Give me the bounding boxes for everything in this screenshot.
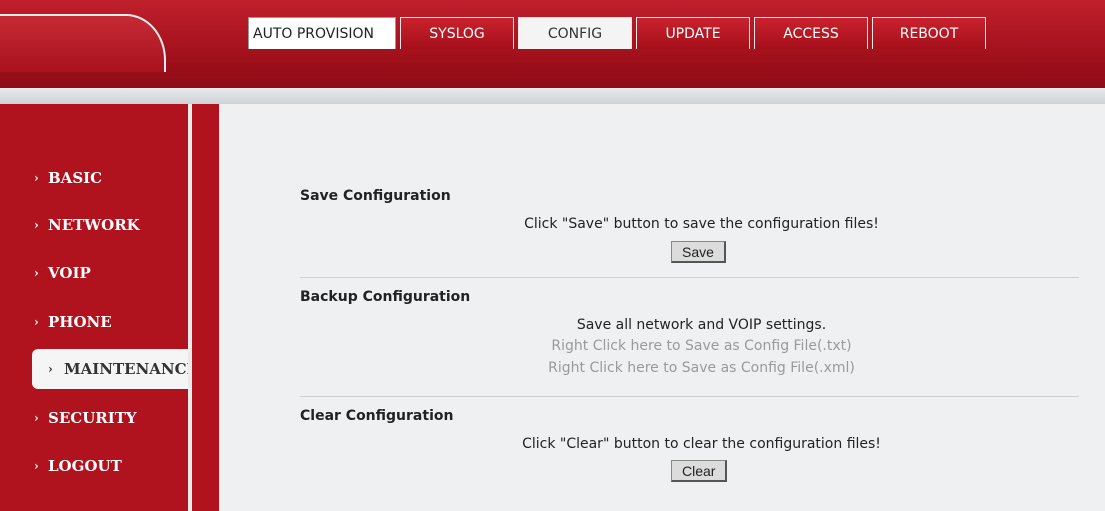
section-divider (300, 396, 1079, 397)
sidebar-item-voip[interactable]: › VOIP (0, 253, 188, 293)
sidebar-divider (188, 104, 192, 511)
tab-update[interactable]: UPDATE (636, 17, 750, 49)
tab-config[interactable]: CONFIG (518, 17, 632, 49)
logo-area (0, 14, 166, 72)
tab-auto-provision[interactable]: AUTO PROVISION (248, 17, 396, 49)
tab-syslog[interactable]: SYSLOG (400, 17, 514, 49)
save-button[interactable]: Save (671, 241, 726, 263)
save-config-description: Click "Save" button to save the configur… (524, 216, 879, 232)
clear-config-title: Clear Configuration (300, 408, 454, 424)
section-divider (300, 277, 1079, 278)
chevron-right-icon: › (34, 459, 39, 473)
chevron-right-icon: › (34, 218, 39, 232)
top-tabs: AUTO PROVISION SYSLOG CONFIG UPDATE ACCE… (248, 17, 990, 50)
chevron-right-icon: › (34, 411, 39, 425)
header-strip (0, 88, 1105, 104)
sidebar-item-logout[interactable]: › LOGOUT (0, 446, 188, 486)
tab-reboot[interactable]: REBOOT (872, 17, 986, 49)
chevron-right-icon: › (34, 266, 39, 280)
sidebar-item-maintenance[interactable]: › MAINTENANCE (32, 349, 188, 389)
save-config-title: Save Configuration (300, 188, 451, 204)
sidebar-item-security[interactable]: › SECURITY (0, 398, 188, 438)
chevron-right-icon: › (34, 171, 39, 185)
clear-config-description: Click "Clear" button to clear the config… (522, 436, 881, 452)
chevron-right-icon: › (48, 362, 53, 376)
backup-config-title: Backup Configuration (300, 289, 471, 305)
chevron-right-icon: › (34, 315, 39, 329)
sidebar-item-phone[interactable]: › PHONE (0, 302, 188, 342)
clear-button[interactable]: Clear (671, 460, 728, 482)
backup-config-description: Save all network and VOIP settings. (576, 317, 827, 333)
sidebar-item-basic[interactable]: › BASIC (0, 158, 188, 198)
sidebar-item-network[interactable]: › NETWORK (0, 205, 188, 245)
save-config-txt-link[interactable]: Right Click here to Save as Config File(… (399, 338, 1004, 354)
tab-access[interactable]: ACCESS (754, 17, 868, 49)
main-content: Save Configuration Click "Save" button t… (219, 104, 1105, 511)
sidebar: › BASIC › NETWORK › VOIP › PHONE › MAINTENANC… (0, 104, 219, 511)
save-config-xml-link[interactable]: Right Click here to Save as Config File(… (399, 360, 1004, 376)
